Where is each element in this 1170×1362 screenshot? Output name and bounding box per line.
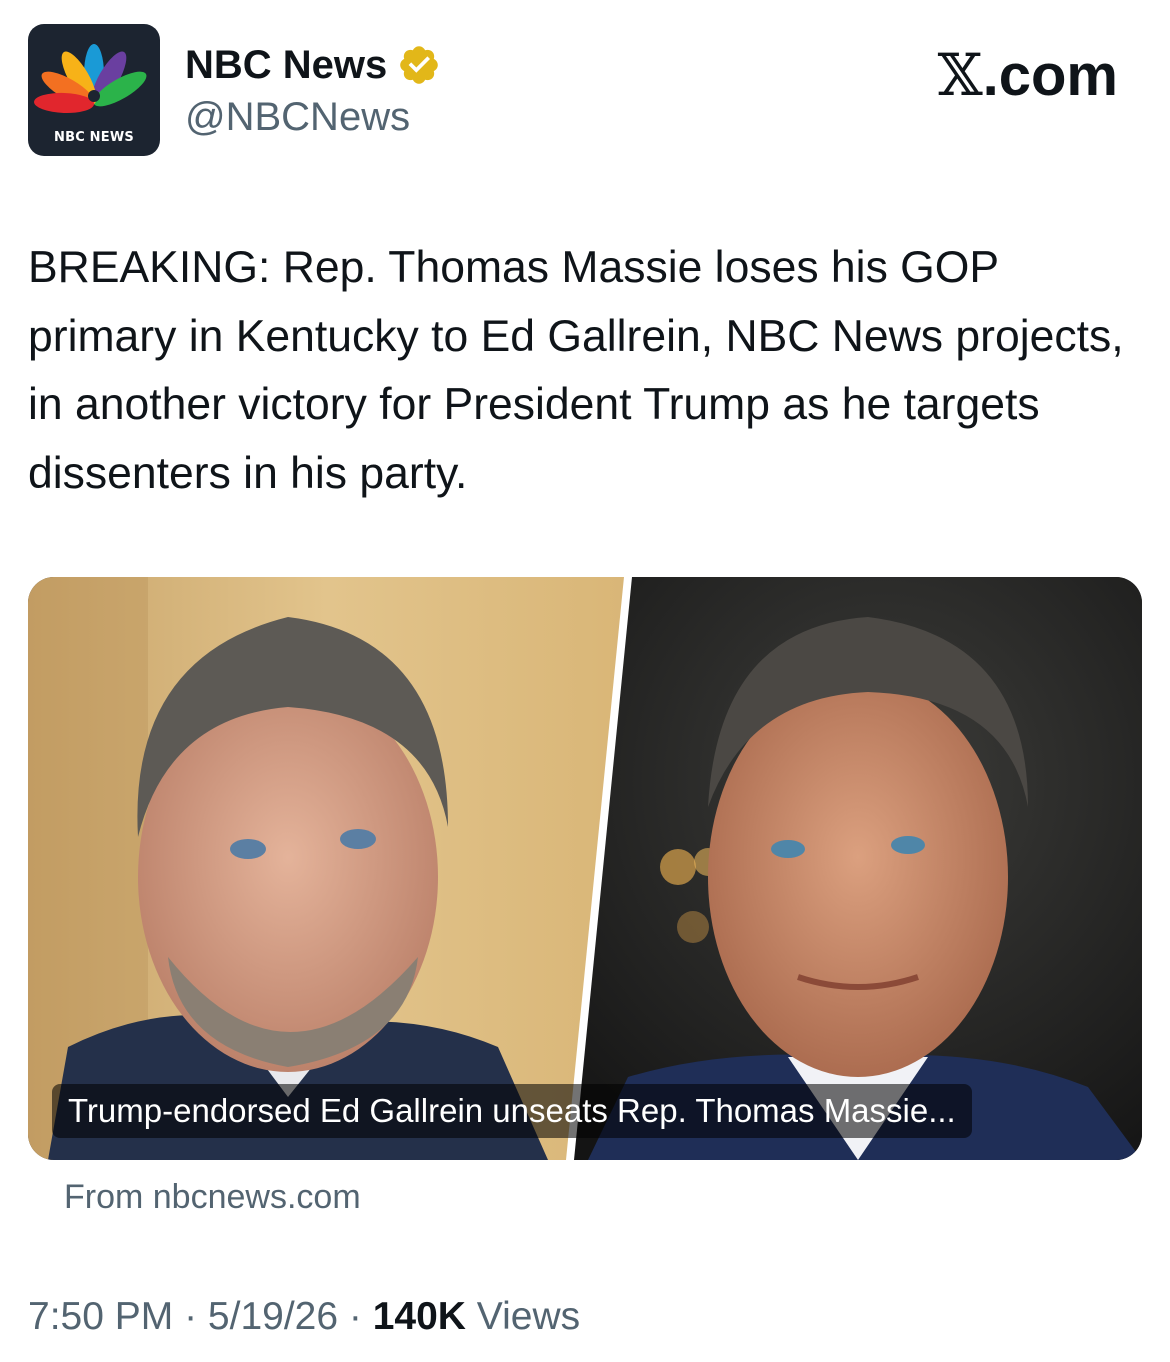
name-row: NBC News (185, 40, 441, 90)
handle[interactable]: @NBCNews (185, 93, 410, 141)
display-name[interactable]: NBC News (185, 40, 387, 90)
avatar-label: NBC NEWS (54, 130, 134, 145)
link-card-caption[interactable]: Trump-endorsed Ed Gallrein unseats Rep. … (52, 1084, 972, 1138)
tweet-text: BREAKING: Rep. Thomas Massie loses his G… (28, 243, 1124, 498)
brand-suffix: .com (982, 43, 1118, 108)
link-card-image[interactable] (28, 577, 1142, 1160)
link-source[interactable]: From nbcnews.com (64, 1175, 361, 1219)
meta-separator: · (173, 1295, 208, 1338)
x-com-watermark: 𝕏.com (938, 44, 1118, 107)
tweet-date[interactable]: 5/19/26 (208, 1295, 338, 1338)
news-photo-image (28, 577, 1142, 1160)
verified-badge-icon[interactable] (397, 43, 441, 87)
tweet-header: NBC NEWS NBC News @NBCNews 𝕏.com (0, 0, 1170, 170)
x-logo-icon: 𝕏 (937, 41, 983, 109)
nbc-news-avatar[interactable]: NBC NEWS (28, 24, 160, 156)
tweet-time[interactable]: 7:50 PM (28, 1295, 173, 1338)
tweet-meta: 7:50 PM · 5/19/26 · 140K Views (28, 1292, 580, 1342)
meta-separator: · (338, 1295, 373, 1338)
views-count[interactable]: 140K (373, 1295, 466, 1338)
views-label: Views (465, 1295, 581, 1338)
